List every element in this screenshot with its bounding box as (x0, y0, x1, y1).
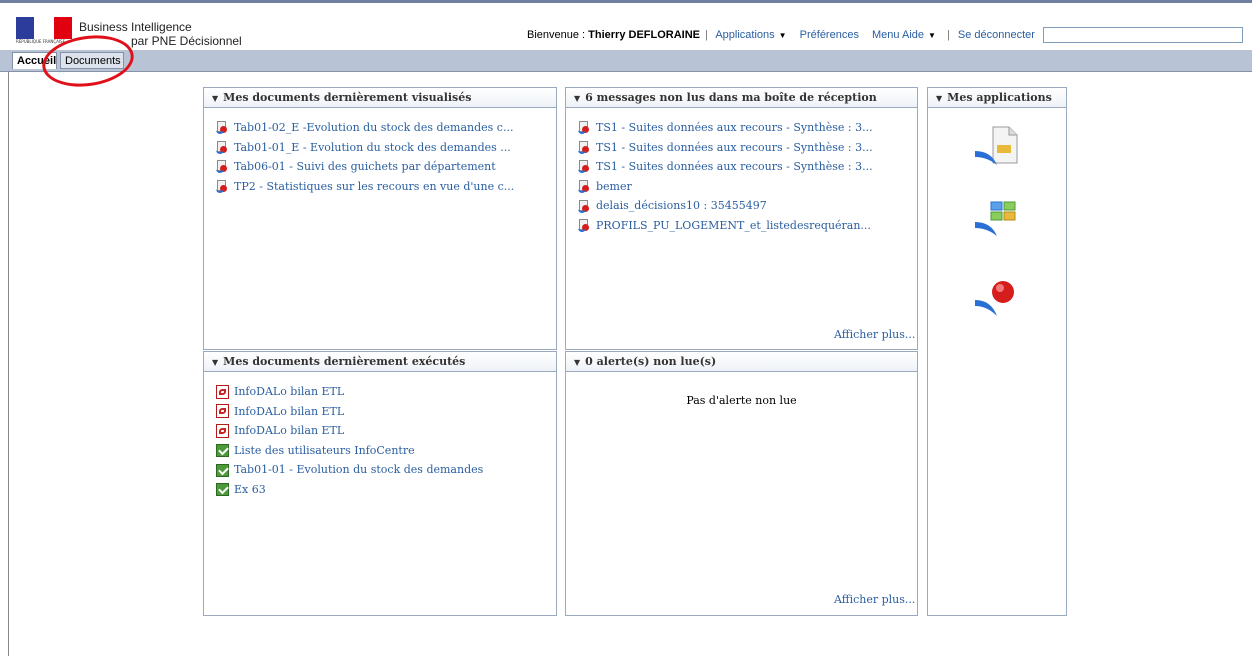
list-item[interactable]: TS1 - Suites données aux recours - Synth… (578, 118, 873, 138)
excel-icon (216, 483, 229, 497)
show-more-link[interactable]: Afficher plus... (834, 593, 915, 606)
chevron-down-icon: ▼ (778, 31, 787, 40)
webi-document-icon (578, 121, 590, 135)
app-subtitle: par PNE Décisionnel (131, 34, 242, 48)
list-item[interactable]: InfoDALo bilan ETL (216, 402, 483, 422)
panel-header[interactable]: ▼ 6 messages non lus dans ma boîte de réc… (566, 88, 917, 108)
panel-inbox: ▼ 6 messages non lus dans ma boîte de réc… (565, 87, 918, 350)
welcome-label: Bienvenue : (527, 29, 589, 41)
pdf-icon (216, 404, 229, 419)
app-title: Business Intelligence (79, 20, 192, 34)
webi-document-icon (578, 199, 590, 213)
webi-document-icon (216, 160, 228, 174)
panel-alerts: ▼ 0 alerte(s) non lue(s) Pas d'alerte non… (565, 351, 918, 616)
webi-document-icon (216, 180, 228, 194)
panel-header[interactable]: ▼ Mes applications (928, 88, 1066, 108)
user-menu-bar: Bienvenue : Thierry DEFLORAINE | Applicat… (527, 29, 1035, 41)
dashboard-app-icon[interactable] (973, 198, 1023, 244)
list-item[interactable]: Liste des utilisateurs InfoCentre (216, 441, 483, 461)
list-item[interactable]: TS1 - Suites données aux recours - Synth… (578, 157, 873, 177)
applications-menu[interactable]: Applications ▼ (715, 29, 786, 41)
preferences-link[interactable]: Préférences (800, 29, 859, 41)
list-item[interactable]: InfoDALo bilan ETL (216, 382, 483, 402)
chevron-down-icon: ▼ (928, 31, 936, 40)
pdf-icon (216, 423, 229, 438)
empty-alerts-text: Pas d'alerte non lue (686, 394, 797, 407)
list-item[interactable]: Tab01-01 - Evolution du stock des demand… (216, 460, 483, 480)
tab-bar (0, 50, 1252, 72)
help-menu[interactable]: Menu Aide ▼ (872, 29, 936, 41)
list-item[interactable]: InfoDALo bilan ETL (216, 421, 483, 441)
panel-recent-viewed: ▼ Mes documents dernièrement visualisés T… (203, 87, 557, 350)
webi-document-icon (216, 140, 228, 154)
list-item[interactable]: Tab01-01_E - Evolution du stock des dema… (216, 138, 514, 158)
panel-header[interactable]: ▼ 0 alerte(s) non lue(s) (566, 352, 917, 372)
recent-viewed-list: Tab01-02_E -Evolution du stock des deman… (216, 118, 514, 196)
panel-recent-executed: ▼ Mes documents dernièrement exécutés Inf… (203, 351, 557, 616)
webi-document-icon (578, 219, 590, 233)
list-item[interactable]: Tab01-02_E -Evolution du stock des deman… (216, 118, 514, 138)
collapse-icon[interactable]: ▼ (574, 93, 580, 103)
header: RÉPUBLIQUE FRANÇAISE Business Intelligen… (0, 3, 1252, 50)
list-item[interactable]: delais_décisions10 : 35455497 (578, 196, 873, 216)
list-item[interactable]: bemer (578, 177, 873, 197)
document-app-icon[interactable] (973, 125, 1023, 171)
collapse-icon[interactable]: ▼ (212, 93, 218, 103)
logout-link[interactable]: Se déconnecter (958, 29, 1035, 41)
user-name: Thierry DEFLORAINE (588, 29, 701, 41)
analytics-app-icon[interactable] (973, 276, 1023, 322)
left-divider (8, 72, 9, 656)
excel-icon (216, 463, 229, 477)
webi-document-icon (578, 140, 590, 154)
collapse-icon[interactable]: ▼ (574, 357, 580, 367)
list-item[interactable]: Ex 63 (216, 480, 483, 500)
pdf-icon (216, 384, 229, 399)
show-more-link[interactable]: Afficher plus... (834, 328, 915, 341)
webi-document-icon (578, 180, 590, 194)
recent-executed-list: InfoDALo bilan ETL InfoDALo bilan ETL In… (216, 382, 483, 500)
webi-document-icon (216, 121, 228, 135)
collapse-icon[interactable]: ▼ (212, 357, 218, 367)
inbox-list: TS1 - Suites données aux recours - Synth… (578, 118, 873, 236)
search-input[interactable] (1043, 27, 1243, 43)
panel-header[interactable]: ▼ Mes documents dernièrement exécutés (204, 352, 556, 372)
list-item[interactable]: TS1 - Suites données aux recours - Synth… (578, 138, 873, 158)
list-item[interactable]: PROFILS_PU_LOGEMENT_et_listedesrequéran.… (578, 216, 873, 236)
collapse-icon[interactable]: ▼ (936, 93, 942, 103)
panel-applications: ▼ Mes applications (927, 87, 1067, 616)
list-item[interactable]: TP2 - Statistiques sur les recours en vu… (216, 177, 514, 197)
excel-icon (216, 444, 229, 458)
webi-document-icon (578, 160, 590, 174)
list-item[interactable]: Tab06-01 - Suivi des guichets par départ… (216, 157, 514, 177)
panel-header[interactable]: ▼ Mes documents dernièrement visualisés (204, 88, 556, 108)
